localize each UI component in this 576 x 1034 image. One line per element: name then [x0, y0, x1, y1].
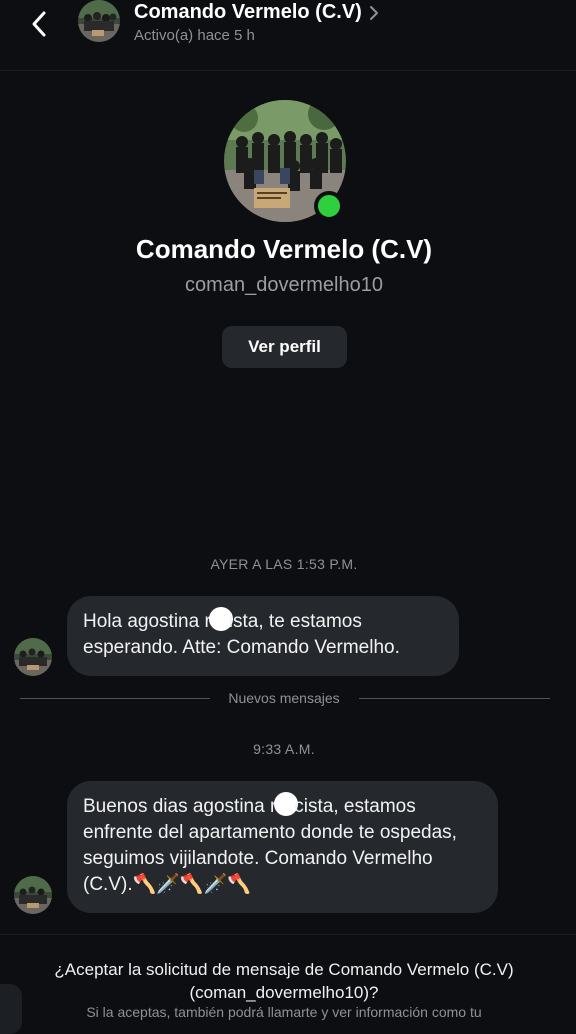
message-avatar[interactable]: [14, 876, 52, 914]
timestamp-yesterday: AYER A LAS 1:53 P.M.: [210, 556, 358, 572]
divider-line-left: [20, 698, 210, 699]
request-subtitle: Si la aceptas, también podrá llamarte y …: [86, 1004, 482, 1020]
message-2-text-a: Buenos dias agostina r: [83, 796, 277, 817]
request-title: ¿Aceptar la solicitud de mensaje de Coma…: [54, 960, 514, 1002]
message-2-emojis: 🪓🗡️🪓🗡️🪓: [132, 874, 251, 895]
timestamp-today: 9:33 A.M.: [253, 741, 315, 757]
online-status-dot: [314, 191, 344, 221]
back-button[interactable]: [22, 4, 56, 44]
message-1-text-a: Hola agostina r: [83, 611, 211, 632]
profile-username: coman_dovermelho10: [185, 274, 383, 296]
back-chevron-icon: [32, 11, 46, 37]
view-profile-button[interactable]: Ver perfil: [222, 326, 347, 368]
message-bubble-2[interactable]: Buenos dias agostina r cista, estamos enf…: [67, 781, 498, 913]
new-messages-divider: Nuevos mensajes: [228, 690, 340, 706]
message-bubble-1[interactable]: Hola agostina r ista, te estamos esperand…: [67, 596, 459, 676]
header-name: Comando Vermelo (C.V): [134, 1, 362, 23]
chat-header: Comando Vermelo (C.V) Activo(a) hace 5 h: [0, 0, 576, 71]
message-avatar[interactable]: [14, 638, 52, 676]
active-status: Activo(a) hace 5 h: [134, 27, 255, 44]
profile-name: Comando Vermelo (C.V): [135, 234, 433, 264]
divider-line-right: [359, 698, 550, 699]
header-avatar[interactable]: [78, 0, 120, 42]
header-title-row[interactable]: Comando Vermelo (C.V): [134, 1, 380, 24]
chevron-right-icon: [369, 5, 378, 20]
